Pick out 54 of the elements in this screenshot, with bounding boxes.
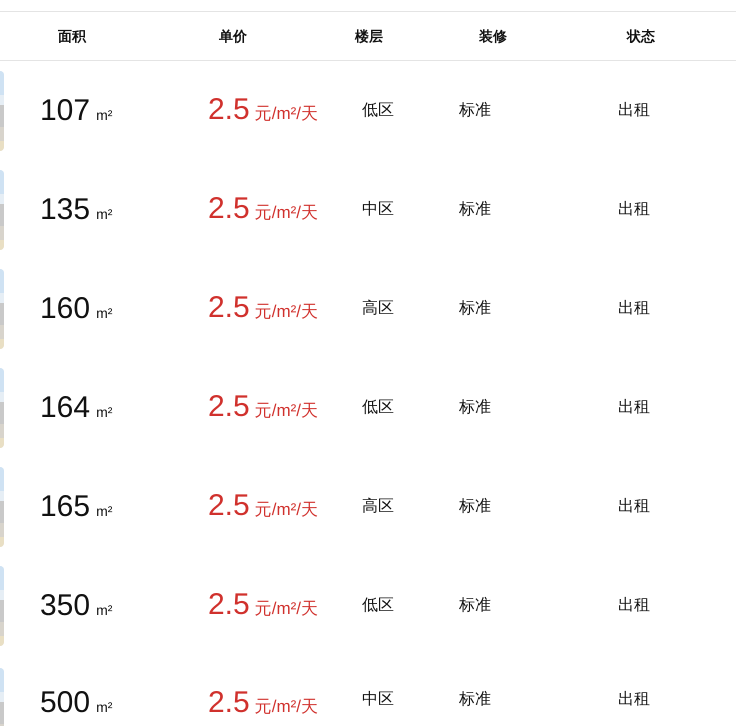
area-unit: m² — [96, 600, 112, 620]
price-value: 2.5 — [208, 194, 250, 224]
area-value: 107 — [40, 96, 90, 126]
table-cell: 出租 — [618, 300, 650, 316]
column-header: 面积 — [58, 28, 86, 44]
table-cell: 中区 — [362, 691, 394, 708]
table-cell: 标准 — [459, 200, 491, 218]
price-unit: 元/m²/天 — [254, 102, 318, 125]
table-cell: 高区 — [362, 300, 394, 316]
table-cell: 标准 — [459, 300, 491, 316]
column-header: 状态 — [627, 28, 655, 44]
table-cell: 标准 — [459, 691, 491, 708]
price-unit: 元/m²/天 — [254, 498, 318, 521]
price-value: 2.5 — [208, 490, 250, 521]
table-cell: 出租 — [618, 596, 650, 614]
table-cell: 出租 — [618, 200, 650, 218]
table-cell: 标准 — [459, 498, 491, 514]
price-unit: 元/m²/天 — [254, 696, 318, 718]
price-unit: 元/m²/天 — [254, 598, 318, 620]
area-value: 165 — [40, 492, 90, 522]
area-unit: m² — [96, 204, 112, 224]
table-cell: 低区 — [362, 102, 394, 118]
table-cell: 出租 — [618, 498, 650, 514]
table-cell: 标准 — [459, 596, 491, 614]
area-value: 160 — [40, 294, 90, 324]
column-header: 装修 — [479, 28, 507, 44]
area-value: 135 — [40, 194, 90, 224]
table-cell: 标准 — [459, 398, 491, 416]
area-unit: m² — [96, 106, 112, 124]
price-value: 2.5 — [208, 688, 250, 718]
table-cell: 出租 — [618, 102, 650, 118]
price-unit: 元/m²/天 — [254, 400, 318, 422]
price-value: 2.5 — [208, 590, 250, 620]
table-cell: 中区 — [362, 200, 394, 218]
table-cell: 高区 — [362, 498, 394, 514]
area-value: 500 — [40, 688, 90, 718]
column-header: 楼层 — [355, 28, 383, 44]
price-value: 2.5 — [208, 94, 250, 125]
column-header: 单价 — [219, 28, 247, 44]
area-unit: m² — [96, 698, 112, 717]
area-unit: m² — [96, 402, 112, 422]
area-unit: m² — [96, 502, 112, 520]
table-cell: 出租 — [618, 398, 650, 416]
price-value: 2.5 — [208, 292, 250, 323]
table-cell: 低区 — [362, 596, 394, 614]
area-value: 164 — [40, 392, 90, 422]
area-unit: m² — [96, 304, 112, 322]
price-unit: 元/m²/天 — [254, 300, 318, 323]
price-value: 2.5 — [208, 392, 250, 422]
table-cell: 出租 — [618, 691, 650, 708]
price-unit: 元/m²/天 — [254, 202, 318, 224]
area-value: 350 — [40, 590, 90, 620]
table-cell: 标准 — [459, 102, 491, 118]
table-cell: 低区 — [362, 398, 394, 416]
